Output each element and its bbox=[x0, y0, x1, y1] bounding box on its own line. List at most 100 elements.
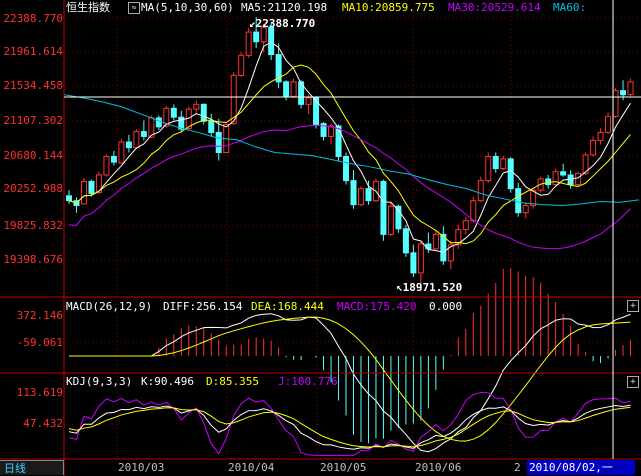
y-axis-label: 20252.988 bbox=[3, 182, 63, 195]
candle-body bbox=[365, 188, 372, 202]
ma5-line bbox=[68, 41, 631, 253]
y-axis-label: 19398.676 bbox=[3, 253, 63, 266]
kdj-d: D:85.355 bbox=[206, 375, 259, 388]
candle-body bbox=[103, 156, 110, 176]
ma30-line bbox=[68, 124, 631, 250]
candle-body bbox=[88, 180, 95, 194]
candle-body bbox=[125, 141, 132, 149]
candle-body bbox=[343, 156, 350, 182]
ma10-value: MA10:20859.775 bbox=[342, 1, 435, 14]
candle-body bbox=[283, 81, 290, 97]
candle-body bbox=[215, 131, 222, 153]
ma10-line bbox=[68, 64, 631, 245]
kdj-label: KDJ(9,3,3) bbox=[66, 375, 133, 388]
candle-body bbox=[140, 131, 147, 137]
candle-body bbox=[627, 81, 634, 96]
x-axis-label: 2010/04 bbox=[228, 461, 275, 474]
candle-body bbox=[515, 188, 522, 214]
macd-dea: DEA:168.444 bbox=[251, 300, 324, 313]
d-line bbox=[68, 406, 631, 448]
candle-body bbox=[357, 188, 364, 206]
j-line bbox=[68, 391, 631, 456]
candle-body bbox=[193, 103, 200, 110]
candle-body bbox=[432, 233, 439, 250]
candle-body bbox=[238, 54, 245, 76]
ma-label: MA(5,10,30,60) bbox=[141, 1, 234, 14]
period-tab[interactable]: 日线 bbox=[0, 460, 64, 475]
high-annotation: ↙22388.770 bbox=[249, 17, 316, 30]
macd-expand-button[interactable]: + bbox=[627, 300, 639, 312]
ma60-value: MA60: bbox=[553, 1, 587, 14]
candle-body bbox=[477, 180, 484, 202]
kdj-k: K:90.496 bbox=[141, 375, 194, 388]
x-axis-label: 2010/05 bbox=[320, 461, 367, 474]
candle-body bbox=[447, 244, 454, 262]
low-annotation: ↖18971.520 bbox=[396, 281, 463, 294]
macd-axis-label: 372.146 bbox=[16, 309, 63, 322]
candle-body bbox=[507, 158, 514, 190]
kdj-expand-button[interactable]: + bbox=[627, 376, 639, 388]
y-axis-label: 20680.144 bbox=[3, 149, 63, 162]
candle-body bbox=[492, 156, 499, 170]
grid-lines bbox=[64, 12, 639, 459]
macd-axis-label: -59.061 bbox=[16, 336, 63, 349]
candle-body bbox=[305, 97, 312, 105]
x-axis-label: 2010/06 bbox=[415, 461, 462, 474]
y-axis-label: 19825.832 bbox=[3, 219, 63, 232]
macd-diff: DIFF:256.154 bbox=[163, 300, 243, 313]
ma30-value: MA30:20529.614 bbox=[448, 1, 541, 14]
chart-stage[interactable]: 恒生指数 ≈ MA(5,10,30,60) MA5:21120.198 MA10… bbox=[0, 0, 641, 476]
candle-body bbox=[552, 171, 559, 186]
kdj-axis-label: 113.619 bbox=[16, 386, 63, 399]
k-line bbox=[68, 404, 631, 450]
candle-body bbox=[80, 180, 87, 205]
candle-body bbox=[170, 107, 177, 118]
candle-body bbox=[110, 156, 117, 163]
candle-body bbox=[590, 139, 597, 156]
ma-toggle-icon[interactable]: ≈ bbox=[128, 2, 140, 14]
stock-chart[interactable] bbox=[0, 0, 641, 476]
macd-zero: 0.000 bbox=[429, 300, 463, 313]
candle-body bbox=[402, 228, 409, 254]
candle-body bbox=[290, 81, 297, 97]
candle-body bbox=[560, 171, 567, 176]
kdj-panel bbox=[68, 391, 631, 456]
candle-body bbox=[620, 90, 627, 96]
candle-body bbox=[350, 180, 357, 206]
x-axis-label: 2 bbox=[514, 461, 521, 474]
y-axis-label: 21107.302 bbox=[3, 114, 63, 127]
ma5-value: MA5:21120.198 bbox=[241, 1, 328, 14]
candle-body bbox=[380, 180, 387, 235]
candle-body bbox=[313, 97, 320, 125]
candle-body bbox=[118, 141, 125, 164]
macd-value: MACD:175.420 bbox=[337, 300, 417, 313]
current-date-display: 2010/08/02,一 bbox=[527, 460, 635, 475]
candle-body bbox=[417, 243, 424, 274]
candle-body bbox=[155, 117, 162, 128]
y-axis-label: 21534.458 bbox=[3, 79, 63, 92]
candle-body bbox=[567, 174, 574, 186]
kdj-axis-label: 47.432 bbox=[23, 417, 63, 430]
moving-averages bbox=[63, 41, 640, 253]
candle-body bbox=[208, 120, 215, 133]
candle-body bbox=[545, 178, 552, 186]
candle-body bbox=[387, 205, 394, 235]
candle-body bbox=[410, 252, 417, 274]
y-axis-label: 22388.770 bbox=[3, 12, 63, 25]
candle-body bbox=[245, 31, 252, 56]
candle-body bbox=[522, 204, 529, 214]
candle-body bbox=[485, 156, 492, 182]
candle-body bbox=[335, 125, 342, 158]
candle-body bbox=[470, 200, 477, 222]
candle-body bbox=[200, 103, 207, 122]
macd-label: MACD(26,12,9) bbox=[66, 300, 153, 313]
candle-body bbox=[253, 31, 260, 43]
candle-body bbox=[575, 172, 582, 186]
candle-body bbox=[605, 115, 612, 133]
candle-body bbox=[462, 220, 469, 231]
candle-body bbox=[500, 158, 507, 170]
candle-body bbox=[597, 131, 604, 141]
candle-body bbox=[268, 26, 275, 56]
candle-body bbox=[66, 195, 72, 202]
y-axis-label: 21961.614 bbox=[3, 45, 63, 58]
